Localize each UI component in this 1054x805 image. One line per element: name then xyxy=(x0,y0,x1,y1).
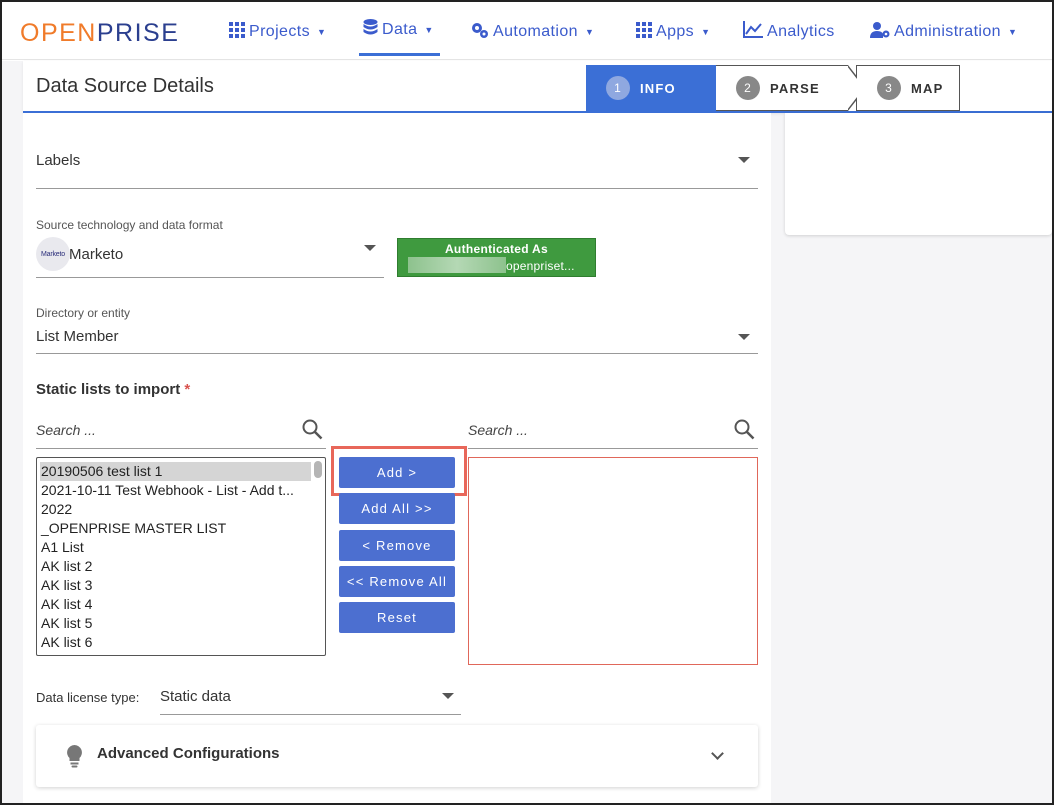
logo-part-prise: PRISE xyxy=(96,19,180,47)
nav-analytics[interactable]: Analytics xyxy=(743,20,835,44)
auth-email: openpriset... xyxy=(506,259,575,273)
step-label: PARSE xyxy=(770,80,820,96)
nav-apps-label: Apps xyxy=(656,23,695,40)
caret-down-icon: ▼ xyxy=(424,25,434,35)
list-item[interactable]: AK list 4 xyxy=(40,595,311,614)
openprise-logo[interactable]: OPENPRISE xyxy=(20,20,179,46)
page-title: Data Source Details xyxy=(36,75,214,97)
nav-data-label: Data xyxy=(382,21,418,38)
source-tech-dropdown-icon[interactable] xyxy=(364,245,376,251)
license-label: Data license type: xyxy=(36,690,140,705)
static-lists-label: Static lists to import * xyxy=(36,381,190,398)
nav-apps[interactable]: Apps ▼ xyxy=(636,20,710,44)
list-item[interactable]: AK list 3 xyxy=(40,576,311,595)
directory-value[interactable]: List Member xyxy=(36,328,119,345)
labels-underline xyxy=(36,188,758,189)
advanced-config-label: Advanced Configurations xyxy=(97,745,280,762)
list-item[interactable]: 2021-10-11 Test Webhook - List - Add t..… xyxy=(40,481,311,500)
advanced-config-panel[interactable]: Advanced Configurations xyxy=(36,725,758,787)
license-underline xyxy=(160,714,461,715)
user-gear-icon xyxy=(870,21,890,43)
marketo-logo: Marketo xyxy=(36,237,70,271)
caret-down-icon: ▼ xyxy=(317,27,327,37)
logo-part-open: OPEN xyxy=(20,19,97,47)
license-value[interactable]: Static data xyxy=(160,688,231,705)
grid-icon xyxy=(636,21,652,43)
available-lists-box[interactable]: 20190506 test list 1 2021-10-11 Test Web… xyxy=(36,457,326,656)
redacted-text xyxy=(408,257,506,273)
nav-analytics-label: Analytics xyxy=(767,23,835,40)
search-selected-underline xyxy=(468,448,758,449)
selected-lists-box[interactable] xyxy=(468,457,758,665)
search-available-underline xyxy=(36,448,326,449)
step-number: 1 xyxy=(606,76,630,100)
directory-label: Directory or entity xyxy=(36,306,131,320)
page-header: Data Source Details 1 INFO 2 PARSE 3 MAP xyxy=(23,61,1052,113)
source-tech-label: Source technology and data format xyxy=(36,218,223,232)
list-item[interactable]: A1 List xyxy=(40,538,311,557)
list-item[interactable]: AK list 2 xyxy=(40,557,311,576)
lightbulb-icon xyxy=(66,744,83,773)
marketo-logo-text: Marketo xyxy=(41,250,65,258)
step-label: MAP xyxy=(911,80,944,96)
step-map[interactable]: 3 MAP xyxy=(856,65,960,111)
nav-data[interactable]: Data ▼ xyxy=(359,18,440,56)
nav-projects[interactable]: Projects ▼ xyxy=(229,20,326,44)
list-scrollbar[interactable] xyxy=(314,461,322,478)
source-tech-value[interactable]: Marketo xyxy=(69,246,123,263)
step-number: 2 xyxy=(736,76,760,100)
chevron-down-icon[interactable] xyxy=(711,747,724,760)
search-icon[interactable] xyxy=(302,419,323,445)
cogs-icon xyxy=(470,21,489,44)
database-icon xyxy=(363,19,378,41)
list-item[interactable]: 20190506 test list 1 xyxy=(40,462,311,481)
chart-icon xyxy=(743,21,763,43)
step-number: 3 xyxy=(877,76,901,100)
side-panel xyxy=(785,113,1052,235)
nav-projects-label: Projects xyxy=(249,23,310,40)
caret-down-icon: ▼ xyxy=(701,27,711,37)
reset-button[interactable]: Reset xyxy=(339,602,455,633)
step-info[interactable]: 1 INFO xyxy=(586,65,734,111)
caret-down-icon: ▼ xyxy=(584,27,595,37)
required-mark: * xyxy=(184,381,191,398)
directory-underline xyxy=(36,353,758,354)
static-lists-label-text: Static lists to import xyxy=(36,381,181,398)
add-all-button[interactable]: Add All >> xyxy=(339,493,455,524)
list-item[interactable]: AK list 6 xyxy=(40,633,311,652)
grid-icon xyxy=(229,21,245,43)
list-item[interactable]: AK list 5 xyxy=(40,614,311,633)
nav-administration[interactable]: Administration ▼ xyxy=(870,20,1017,44)
nav-automation[interactable]: Automation ▼ xyxy=(470,20,594,44)
auth-title: Authenticated As xyxy=(444,242,549,256)
nav-automation-label: Automation xyxy=(493,23,578,40)
remove-all-button[interactable]: << Remove All xyxy=(339,566,455,597)
top-nav: OPENPRISE Projects ▼ Data ▼ Automation ▼… xyxy=(0,0,1054,60)
search-available-input[interactable]: Search ... xyxy=(36,422,96,438)
labels-field[interactable]: Labels xyxy=(36,152,80,169)
remove-button[interactable]: < Remove xyxy=(339,530,455,561)
list-item[interactable]: _OPENPRISE MASTER LIST xyxy=(40,519,311,538)
labels-dropdown-icon[interactable] xyxy=(738,157,750,163)
search-icon[interactable] xyxy=(734,419,755,445)
highlight-box xyxy=(331,446,467,496)
license-dropdown-icon[interactable] xyxy=(442,693,454,699)
nav-administration-label: Administration xyxy=(894,23,1001,40)
authenticated-badge: Authenticated As openpriset... xyxy=(397,238,596,277)
directory-dropdown-icon[interactable] xyxy=(738,334,750,340)
list-item[interactable]: 2022 xyxy=(40,500,311,519)
step-label: INFO xyxy=(640,80,676,96)
source-tech-underline xyxy=(36,277,384,278)
step-parse[interactable]: 2 PARSE xyxy=(716,65,866,111)
caret-down-icon: ▼ xyxy=(1007,27,1018,37)
search-selected-input[interactable]: Search ... xyxy=(468,422,528,438)
